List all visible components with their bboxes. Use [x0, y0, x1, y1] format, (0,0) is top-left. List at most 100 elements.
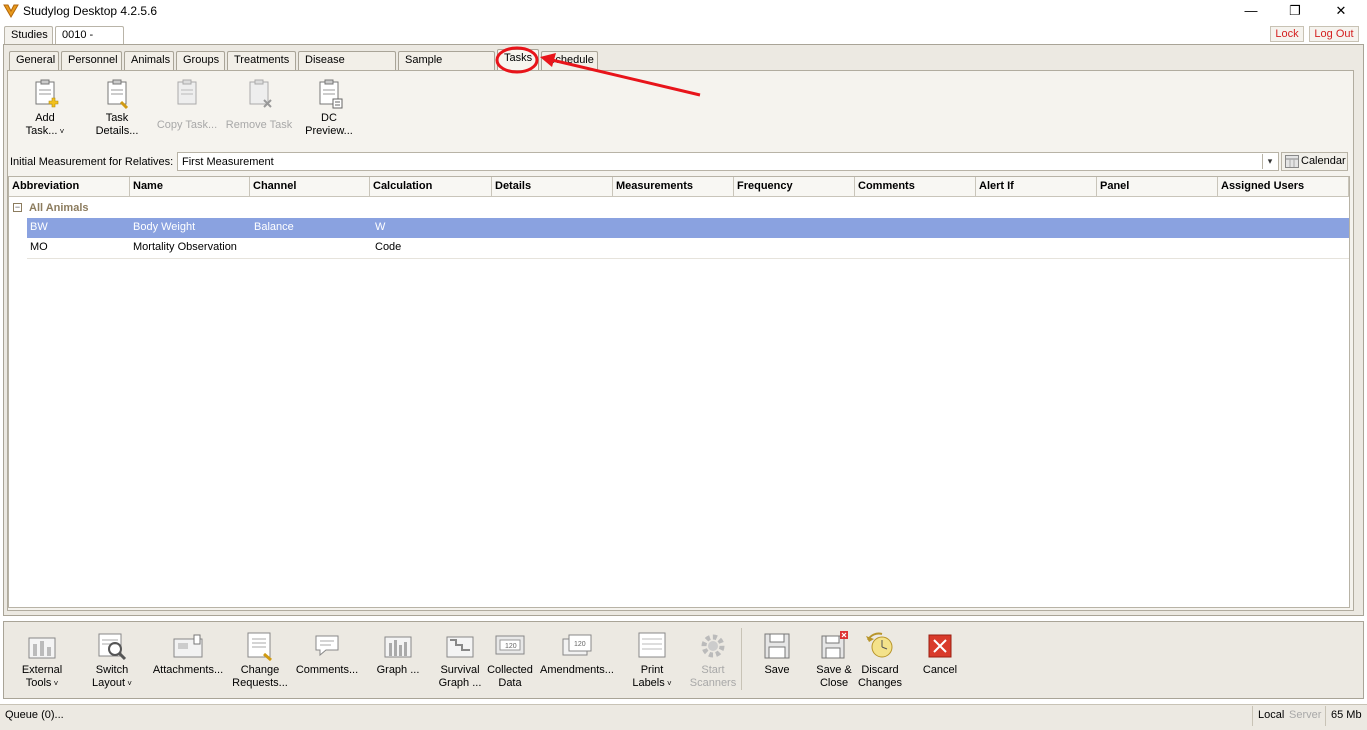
collected-data-icon: 120 [495, 635, 525, 655]
cell-channel: Balance [254, 221, 294, 233]
cancel-button[interactable]: Cancel [916, 630, 964, 677]
relatives-select[interactable]: First Measurement ▾ [177, 152, 1279, 171]
svg-text:120: 120 [505, 643, 517, 650]
remove-task-button[interactable]: Remove Task [224, 78, 294, 144]
cell-abbreviation: MO [30, 241, 48, 253]
external-tools-button[interactable]: External Tools ˅ [14, 630, 70, 690]
dc-preview-label-1: DC [321, 112, 337, 124]
calendar-button[interactable]: Calendar [1281, 152, 1348, 171]
save-close-button[interactable]: Save & Close [808, 630, 860, 690]
cell-name: Mortality Observation [133, 241, 237, 253]
table-row[interactable]: BW Body Weight Balance W [27, 218, 1349, 238]
tab-animals[interactable]: Animals [124, 51, 174, 70]
save-icon [764, 633, 790, 659]
change-requests-label-2: Requests... [232, 677, 288, 689]
task-details-button[interactable]: Task Details... [86, 78, 148, 144]
column-header-name[interactable]: Name [130, 177, 250, 197]
print-labels-label-1: Print [640, 664, 664, 676]
discard-changes-icon [866, 632, 893, 658]
graph-icon [384, 636, 412, 658]
toolbar-divider [741, 628, 742, 690]
tasks-table: Abbreviation Name Channel Calculation De… [8, 176, 1350, 608]
collapse-icon[interactable]: − [13, 203, 22, 212]
title-bar: Studylog Desktop 4.2.5.6 — ❐ ✕ [0, 0, 1367, 22]
relatives-label: Initial Measurement for Relatives: [10, 156, 174, 168]
studylog-logo-icon [3, 4, 19, 18]
queue-status[interactable]: Queue (0)... [5, 709, 64, 721]
change-requests-button[interactable]: Change Requests... [228, 630, 292, 690]
chevron-down-icon: ˅ [57, 127, 65, 136]
survival-graph-button[interactable]: Survival Graph ... [434, 630, 486, 690]
tab-personnel[interactable]: Personnel [61, 51, 122, 70]
local-status: Local [1258, 709, 1285, 721]
status-bar [0, 704, 1367, 730]
collected-data-button[interactable]: 120 Collected Data [484, 630, 536, 690]
restore-button[interactable]: ❐ [1272, 0, 1318, 22]
column-header-measurements[interactable]: Measurements [613, 177, 734, 197]
start-scanners-label-2: Scanners [689, 677, 737, 689]
column-header-assigned-users[interactable]: Assigned Users [1218, 177, 1349, 197]
external-tools-icon [28, 637, 56, 659]
comments-button[interactable]: Comments... [294, 630, 360, 677]
copy-task-label: Copy Task... [156, 119, 218, 131]
cell-name: Body Weight [133, 221, 196, 233]
cancel-icon [928, 634, 952, 658]
print-labels-label-2: Labels [632, 677, 665, 689]
column-header-channel[interactable]: Channel [250, 177, 370, 197]
tab-groups[interactable]: Groups [176, 51, 225, 70]
start-scanners-button[interactable]: Start Scanners [686, 630, 740, 690]
calendar-label: Calendar [1301, 155, 1346, 167]
amendments-button[interactable]: 120 Amendments... [538, 630, 616, 677]
print-labels-button[interactable]: Print Labels ˅ [624, 630, 680, 690]
remove-task-icon [249, 79, 272, 108]
attachments-button[interactable]: Attachments... [148, 630, 228, 677]
discard-changes-button[interactable]: Discard Changes [854, 630, 906, 690]
tab-disease-induction[interactable]: Disease Induction [298, 51, 396, 83]
calendar-icon [1285, 155, 1299, 168]
graph-button[interactable]: Graph ... [370, 630, 426, 677]
collected-data-label-2: Data [498, 677, 522, 689]
survival-graph-label-1: Survival [440, 664, 480, 676]
column-header-abbreviation[interactable]: Abbreviation [9, 177, 130, 197]
column-header-calculation[interactable]: Calculation [370, 177, 492, 197]
minimize-button[interactable]: — [1228, 0, 1274, 22]
add-task-button[interactable]: Add Task... ˅ [14, 78, 76, 144]
task-details-label-2: Details... [95, 125, 139, 137]
column-header-frequency[interactable]: Frequency [734, 177, 855, 197]
amendments-label: Amendments... [540, 664, 614, 676]
memory-status: 65 Mb [1331, 709, 1362, 721]
switch-layout-button[interactable]: Switch Layout ˅ [84, 630, 140, 690]
switch-layout-label-2: Layout [92, 677, 126, 689]
chevron-down-icon[interactable]: ▾ [1262, 154, 1277, 169]
svg-text:120: 120 [574, 641, 586, 648]
discard-changes-label-2: Changes [857, 677, 903, 689]
column-header-alert-if[interactable]: Alert If [976, 177, 1097, 197]
group-row[interactable]: − All Animals [9, 199, 1349, 217]
logout-button[interactable]: Log Out [1309, 26, 1359, 42]
external-tools-label-2: Tools [25, 677, 52, 689]
close-window-button[interactable]: ✕ [1318, 0, 1364, 22]
column-header-details[interactable]: Details [492, 177, 613, 197]
tab-study-0010[interactable]: 0010 - New [55, 26, 124, 58]
save-button[interactable]: Save [752, 630, 802, 677]
task-details-label-1: Task [105, 112, 129, 124]
tab-sample-collection[interactable]: Sample Collection [398, 51, 495, 83]
column-header-panel[interactable]: Panel [1097, 177, 1218, 197]
lock-button[interactable]: Lock [1270, 26, 1304, 42]
annotation-arrow [495, 46, 701, 97]
change-requests-icon [247, 632, 272, 662]
window-title: Studylog Desktop 4.2.5.6 [23, 4, 158, 18]
copy-task-button[interactable]: Copy Task... [152, 78, 222, 144]
tab-general[interactable]: General [9, 51, 59, 70]
dc-preview-button[interactable]: DC Preview... [298, 78, 360, 144]
tab-studies[interactable]: Studies [4, 26, 53, 44]
cell-calculation: Code [375, 241, 402, 253]
cell-abbreviation: BW [30, 221, 48, 233]
attachments-label: Attachments... [152, 664, 224, 676]
column-header-comments[interactable]: Comments [855, 177, 976, 197]
tab-treatments[interactable]: Treatments [227, 51, 296, 70]
table-row[interactable]: MO Mortality Observation Code [27, 238, 1349, 259]
amendments-icon: 120 [562, 634, 592, 656]
external-tools-label-1: External [21, 664, 63, 676]
switch-layout-label-1: Switch [95, 664, 129, 676]
